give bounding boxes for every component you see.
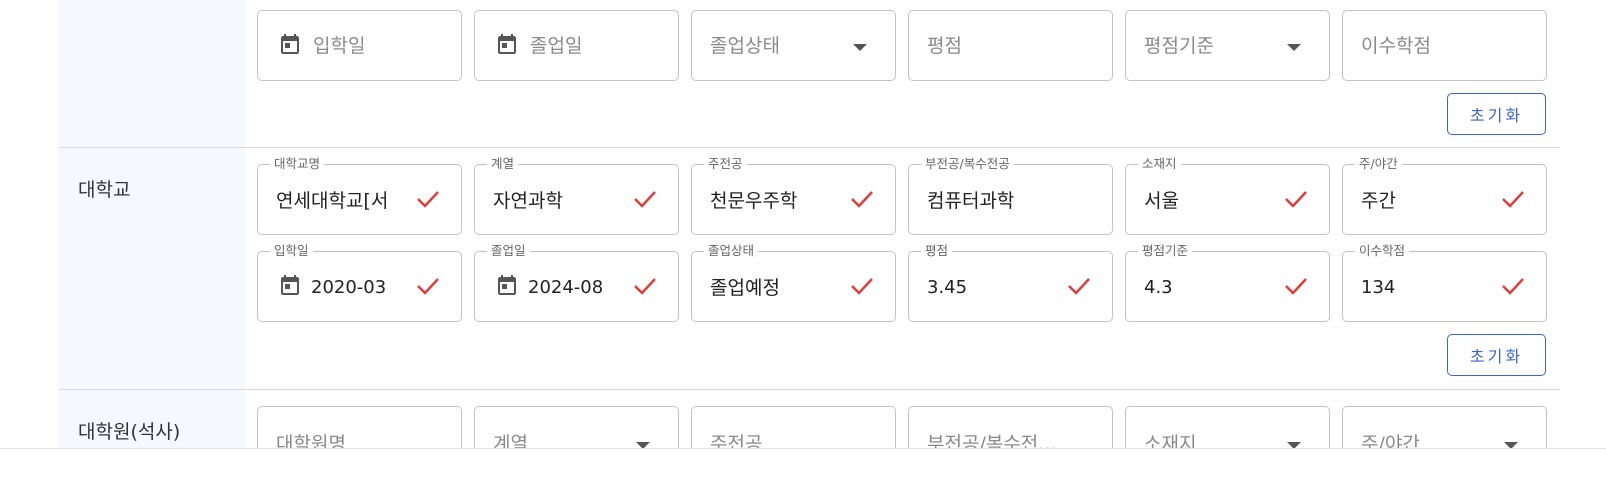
chevron-down-icon [1287,44,1301,51]
field-value: 주간 [1361,190,1396,212]
field-label: 부전공/복수전공 [921,156,1014,172]
field-value: 2020-03 [311,277,387,298]
chevron-down-icon [853,44,867,51]
university-graduation-status-field[interactable]: 졸업상태 졸업예정 [691,243,896,322]
field-value: 천문우주학 [710,190,798,212]
check-icon [1285,191,1307,208]
check-icon [851,278,873,295]
university-graduation-date-field[interactable]: 졸업일 2024-08 [474,243,679,322]
top-admission-date-placeholder: 입학일 [313,35,366,57]
field-value: 자연과학 [493,190,563,212]
field-value: 2024-08 [528,277,604,298]
field-label: 계열 [487,156,519,172]
university-reset-button[interactable]: 초기화 [1447,334,1546,376]
field-value: 컴퓨터과학 [927,190,1015,212]
university-section-label: 대학교 [78,179,131,201]
check-icon [417,278,439,295]
check-icon [634,191,656,208]
top-graduation-date-placeholder: 졸업일 [530,35,583,57]
check-icon [417,191,439,208]
check-icon [1502,278,1524,295]
calendar-icon [281,34,299,54]
field-label: 졸업일 [487,243,530,259]
check-icon [634,278,656,295]
field-label: 이수학점 [1355,243,1410,259]
university-day-night-field[interactable]: 주/야간 주간 [1342,156,1547,235]
top-gpa-placeholder: 평점 [927,35,962,57]
check-icon [851,191,873,208]
viewport-bottom-edge [0,448,1606,449]
field-label: 졸업상태 [704,243,759,259]
calendar-icon [498,275,516,295]
field-label: 주전공 [704,156,747,172]
check-icon [1068,278,1090,295]
field-value: 졸업예정 [710,277,780,299]
field-value: 134 [1361,277,1396,298]
top-credits-placeholder: 이수학점 [1361,35,1431,57]
field-value: 4.3 [1144,277,1173,298]
graduate-section-label: 대학원(석사) [78,421,181,443]
university-major-field[interactable]: 주전공 천문우주학 [691,156,896,235]
top-admission-date-field[interactable]: 입학일 [257,10,462,81]
top-graduation-date-field[interactable]: 졸업일 [474,10,679,81]
university-admission-date-field[interactable]: 입학일 2020-03 [257,243,462,322]
viewport-bottom-mask [0,449,1606,485]
section-label-column [59,0,245,148]
university-field-category[interactable]: 계열 자연과학 [474,156,679,235]
field-value: 서울 [1144,190,1179,212]
university-gpa-field[interactable]: 평점 3.45 [908,243,1113,322]
top-reset-button[interactable]: 초기화 [1447,93,1546,135]
field-label: 소재지 [1138,156,1181,172]
top-gpa-scale-select[interactable]: 평점기준 [1125,10,1330,81]
field-label: 입학일 [270,243,313,259]
field-label: 대학교명 [270,156,325,172]
top-gpa-field[interactable]: 평점 [908,10,1113,81]
top-graduation-status-select[interactable]: 졸업상태 [691,10,896,81]
university-minor-field[interactable]: 부전공/복수전공 컴퓨터과학 [908,156,1113,235]
field-value: 연세대학교[서 [276,190,389,212]
top-credits-field[interactable]: 이수학점 [1342,10,1547,81]
calendar-icon [281,275,299,295]
calendar-icon [498,34,516,54]
university-credits-field[interactable]: 이수학점 134 [1342,243,1547,322]
field-value: 3.45 [927,277,968,298]
top-graduation-status-placeholder: 졸업상태 [710,35,780,57]
top-gpa-scale-placeholder: 평점기준 [1144,35,1214,57]
check-icon [1502,191,1524,208]
field-label: 평점기준 [1138,243,1193,259]
field-label: 평점 [921,243,953,259]
university-name-field[interactable]: 대학교명 연세대학교[서 [257,156,462,235]
university-location-field[interactable]: 소재지 서울 [1125,156,1330,235]
check-icon [1285,278,1307,295]
field-label: 주/야간 [1355,156,1402,172]
university-gpa-scale-field[interactable]: 평점기준 4.3 [1125,243,1330,322]
